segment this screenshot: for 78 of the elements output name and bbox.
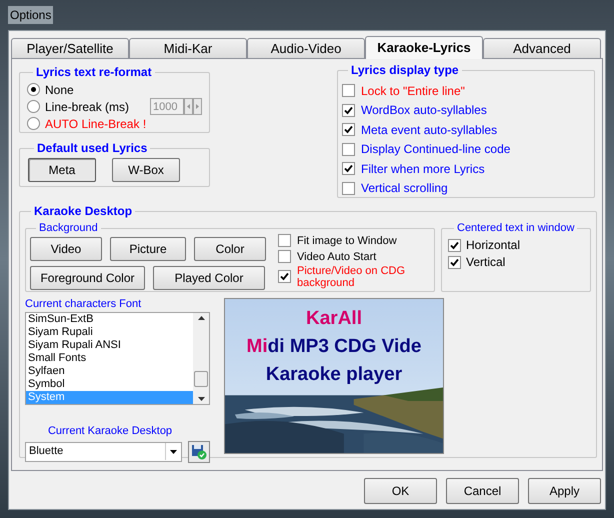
list-item[interactable]: SimSun-ExtB [26,313,193,326]
right-arrow-icon [196,104,199,109]
checkbox-label: Filter when more Lyrics [361,160,485,178]
checkbox-label: WordBox auto-syllables [361,102,487,120]
check-icon [344,164,353,174]
checkbox[interactable] [342,182,355,195]
checkbox[interactable] [448,238,461,252]
tab[interactable]: Player/Satellite [11,38,129,58]
disk-check-icon [191,444,207,460]
lyrics-line: Midi MP3 CDG Vide [246,335,422,359]
list-item[interactable]: Sylfaen [26,365,193,378]
caret-icon [170,450,177,454]
list-item[interactable]: Siyam Rupali ANSI [26,339,193,352]
checkbox[interactable] [342,104,355,117]
lyrics-line: Karaoke player [266,363,402,387]
tab[interactable]: Advanced [483,38,601,58]
group-title: Lyrics display type [350,62,460,79]
check-icon [280,272,289,281]
checkbox[interactable] [278,250,291,263]
spin-up-button[interactable] [193,98,202,115]
checkbox[interactable] [342,142,355,156]
checkbox-label: Lock to "Entire line" [361,82,465,100]
dialog-button[interactable]: Apply [528,478,601,504]
scrollbar-thumb[interactable] [194,370,208,386]
dialog-button[interactable]: Played Color [153,266,265,290]
radio-button[interactable] [27,117,40,130]
checkbox-label: Meta event auto-syllables [361,122,498,139]
tab[interactable]: Midi-Kar [129,38,247,58]
group-title: Karaoke Desktop [33,203,134,220]
scrollbar[interactable] [193,313,209,404]
group-title: Lyrics text re-format [35,64,153,81]
check-icon [344,106,353,115]
tab[interactable]: Audio-Video [247,38,365,58]
radio-label: None [45,82,74,98]
checkbox-label: Vertical scrolling [361,180,448,198]
dialog-button[interactable]: Picture [110,236,186,260]
checkbox-label: Video Auto Start [297,250,376,262]
tab[interactable]: Karaoke-Lyrics [365,36,483,59]
field-label: Current Karaoke Desktop [46,424,174,439]
checkbox[interactable] [342,84,355,98]
radio-label: AUTO Line-Break ! [45,116,146,132]
checkbox-label: Horizontal [466,237,520,254]
dialog-button[interactable]: Foreground Color [30,266,145,290]
list-item[interactable]: Symbol [26,378,193,391]
list-item[interactable]: Small Fonts [26,352,193,365]
checkbox[interactable] [278,270,291,283]
dialog-button[interactable]: Meta [28,158,96,182]
list-item[interactable]: Siyam Rupali [26,326,193,339]
font-list[interactable]: SimSun-ExtB Siyam Rupali Siyam Rupali ANSI Small Fonts Sylfaen Symbol System [25,312,210,405]
left-arrow-icon [187,104,190,109]
checkbox-label: Fit image to Window [297,234,397,246]
group-title: Centered text in window [456,221,576,236]
checkbox-label: Display Continued-line code [361,141,510,158]
save-button[interactable] [188,440,210,462]
radio-label: Line-break (ms) [45,98,130,116]
checkbox[interactable] [342,162,355,176]
group-title: Default used Lyrics [36,140,148,157]
checkbox[interactable] [342,123,355,136]
checkbox-label: Picture/Video on CDG background [297,264,406,288]
dialog-button[interactable]: OK [364,478,437,504]
dialog-button[interactable]: Cancel [446,478,519,504]
check-icon [344,125,353,134]
down-arrow-icon [198,397,204,401]
checkbox-label: Vertical [466,254,506,271]
dialog-button[interactable]: Video [30,236,102,260]
up-arrow-icon [198,316,204,320]
desktop-dropdown[interactable]: Bluette [25,442,182,462]
radio-button[interactable] [27,83,40,96]
group-title: Background [38,221,99,236]
spin-down-button[interactable] [184,98,193,115]
dialog-button[interactable]: Color [194,236,266,260]
checkbox[interactable] [448,256,461,268]
window-title: Options [8,6,54,24]
field-label: Current characters Font [25,297,142,310]
dialog-button[interactable]: W-Box [112,158,180,182]
checkbox[interactable] [278,234,291,247]
radio-button[interactable] [27,100,40,113]
lyrics-line: KarAll [306,307,362,331]
